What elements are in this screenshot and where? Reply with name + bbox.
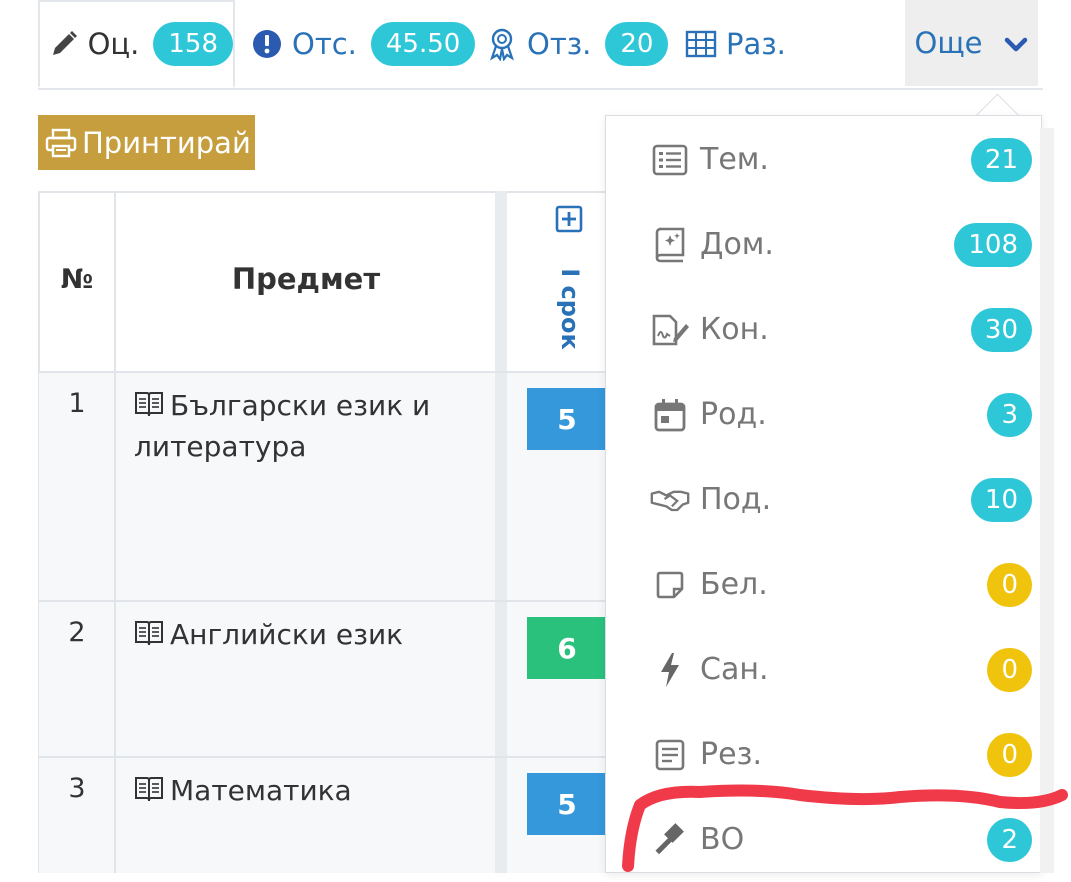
column-header-term: I срок [545, 205, 593, 355]
handshake-icon [650, 480, 690, 520]
menu-item-label: Кон. [700, 312, 769, 347]
column-header-number: № [60, 264, 94, 295]
menu-item-label: Род. [700, 397, 767, 432]
print-label: Принтирай [82, 125, 251, 160]
table-row-subject: Математика [134, 770, 484, 811]
tab-label: Отс. [292, 27, 357, 61]
count-badge: 0 [987, 647, 1032, 692]
grade-badge[interactable]: 5 [527, 388, 607, 450]
grade-badge[interactable]: 6 [527, 617, 607, 679]
menu-item-topics[interactable]: Тем. 21 [606, 117, 1036, 202]
menu-item-label: Сан. [700, 652, 769, 687]
column-divider [495, 191, 507, 873]
menu-item-sanctions[interactable]: Сан. 0 [606, 627, 1036, 712]
tab-count-badge: 20 [605, 22, 669, 66]
menu-item-homework[interactable]: Дом. 108 [606, 202, 1036, 287]
menu-item-vo[interactable]: ВО 2 [606, 797, 1036, 882]
row-number: 2 [68, 617, 86, 648]
tab-count-badge: 158 [153, 22, 233, 66]
subject-name: Български език и литература [134, 389, 431, 463]
menu-item-label: ВО [700, 822, 745, 857]
menu-item-notes[interactable]: Бел. 0 [606, 542, 1036, 627]
book-icon [134, 773, 164, 802]
tab-count-badge: 45.50 [370, 22, 476, 66]
print-button[interactable]: Принтирай [38, 115, 255, 170]
count-badge: 3 [987, 392, 1032, 437]
row-divider [38, 371, 608, 373]
sticky-note-icon [650, 565, 690, 605]
chevron-down-icon [1004, 26, 1028, 60]
menu-item-support[interactable]: Под. 10 [606, 457, 1036, 542]
calendar-icon [650, 395, 690, 435]
menu-item-label: Тем. [700, 142, 769, 177]
table-grid-icon [684, 27, 718, 61]
row-number: 3 [68, 773, 86, 804]
more-dropdown-toggle[interactable]: Още [905, 0, 1038, 86]
term-header-label: I срок [556, 268, 584, 350]
more-label: Още [914, 26, 983, 60]
test-signature-icon [650, 310, 690, 350]
homework-book-icon [650, 225, 690, 265]
tab-grades[interactable]: Оц. 158 [38, 0, 235, 88]
subject-name: Английски език [170, 618, 404, 651]
row-divider [38, 600, 608, 602]
book-icon [134, 617, 164, 646]
gavel-icon [650, 820, 690, 860]
tab-absences[interactable]: Отс. 45.50 [250, 0, 476, 88]
tab-schedule[interactable]: Раз. [684, 0, 800, 88]
count-badge: 21 [970, 137, 1032, 182]
dropdown-scrollbar[interactable] [1040, 128, 1054, 873]
pencil-icon [48, 27, 80, 61]
book-icon [134, 388, 164, 417]
list-icon [650, 140, 690, 180]
tab-label: Отз. [527, 27, 592, 61]
add-grade-icon[interactable] [555, 205, 583, 233]
row-divider [38, 756, 608, 758]
count-badge: 0 [987, 562, 1032, 607]
menu-item-results[interactable]: Рез. 0 [606, 712, 1036, 797]
menu-item-label: Рез. [700, 737, 763, 772]
exclamation-circle-icon [250, 27, 284, 61]
count-badge: 30 [970, 307, 1032, 352]
count-badge: 0 [987, 732, 1032, 777]
tab-remarks[interactable]: Отз. 20 [485, 0, 669, 88]
table-row-subject: Английски език [134, 614, 484, 655]
row-number: 1 [68, 388, 86, 419]
subject-name: Математика [170, 774, 352, 807]
printer-icon [44, 126, 78, 160]
count-badge: 108 [954, 222, 1032, 267]
column-header-subject: Предмет [231, 262, 381, 296]
menu-item-label: Дом. [700, 227, 774, 262]
grade-badge[interactable]: 5 [527, 773, 607, 835]
lightning-icon [650, 650, 690, 690]
document-icon [650, 735, 690, 775]
tab-label: Раз. [726, 27, 786, 61]
tab-label: Оц. [87, 27, 140, 61]
menu-item-tests[interactable]: Кон. 30 [606, 287, 1036, 372]
menu-item-parent-meetings[interactable]: Род. 3 [606, 372, 1036, 457]
table-row-subject: Български език и литература [134, 385, 484, 467]
count-badge: 2 [987, 817, 1032, 862]
award-icon [485, 27, 519, 61]
menu-item-label: Под. [700, 482, 772, 517]
menu-item-label: Бел. [700, 567, 768, 602]
count-badge: 10 [970, 477, 1032, 522]
